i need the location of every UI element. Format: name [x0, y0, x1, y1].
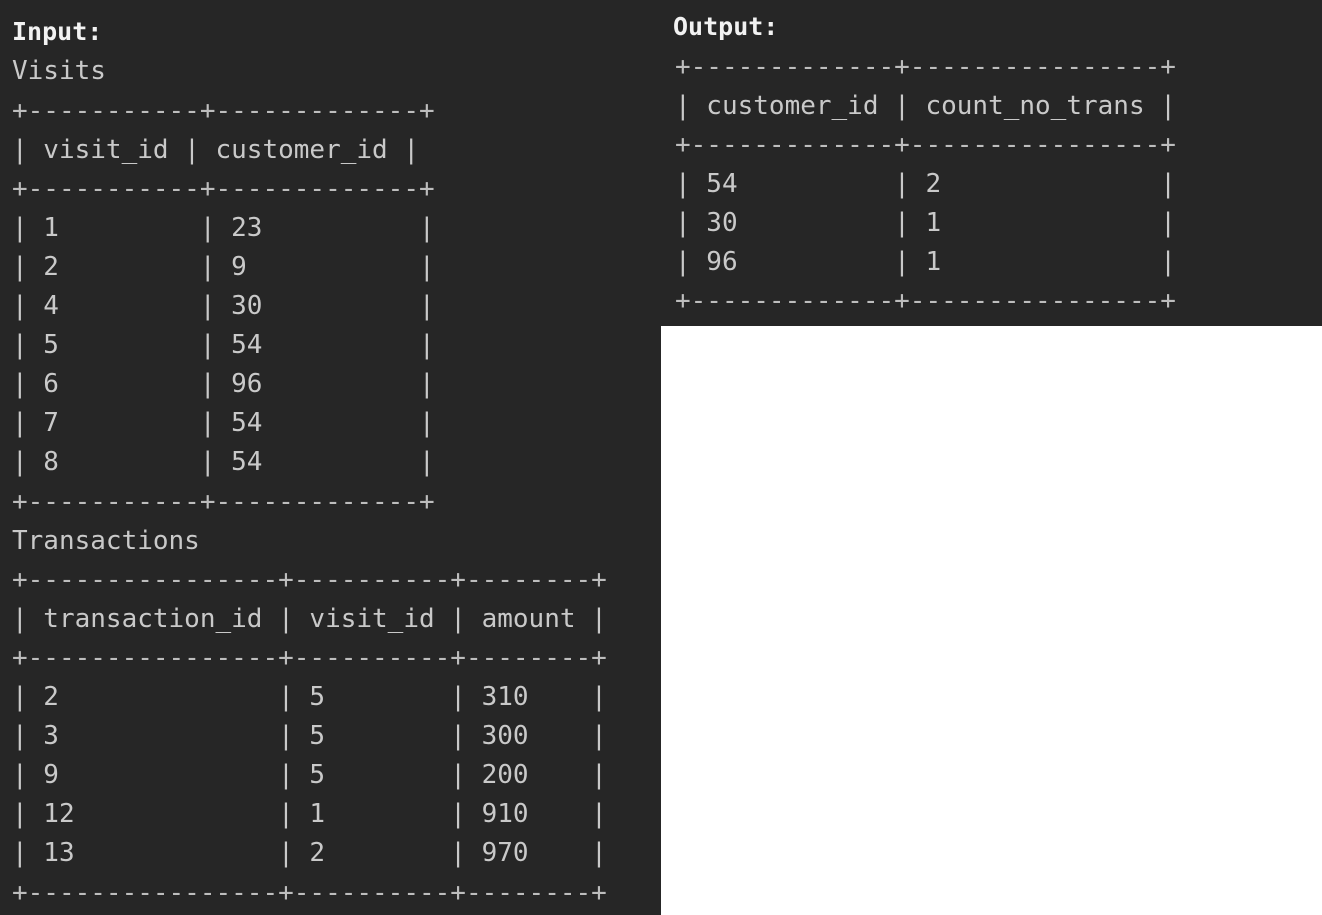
input-panel: Input: Visits +-----------+-------------…: [0, 0, 661, 915]
table-border: +-----------+-------------+: [12, 174, 435, 204]
table-row: | 12 | 1 | 910 |: [12, 799, 607, 829]
visits-title: Visits: [12, 56, 106, 86]
table-border: +----------------+----------+--------+: [12, 878, 607, 908]
table-border: +-------------+----------------+: [675, 130, 1176, 160]
table-row: | 30 | 1 |: [675, 208, 1176, 238]
table-header-row: | visit_id | customer_id |: [12, 135, 419, 165]
table-row: | 5 | 54 |: [12, 330, 435, 360]
table-border: +-------------+----------------+: [675, 52, 1176, 82]
output-label: Output:: [673, 12, 779, 41]
table-row: | 6 | 96 |: [12, 369, 435, 399]
table-row: | 9 | 5 | 200 |: [12, 760, 607, 790]
table-row: | 13 | 2 | 970 |: [12, 838, 607, 868]
table-header-row: | transaction_id | visit_id | amount |: [12, 604, 607, 634]
table-border: +-----------+-------------+: [12, 96, 435, 126]
table-border: +----------------+----------+--------+: [12, 565, 607, 595]
table-border: +----------------+----------+--------+: [12, 643, 607, 673]
table-border: +-------------+----------------+: [675, 286, 1176, 316]
table-row: | 3 | 5 | 300 |: [12, 721, 607, 751]
transactions-title: Transactions: [12, 526, 200, 556]
output-panel: Output: +-------------+----------------+…: [661, 0, 1322, 326]
table-row: | 7 | 54 |: [12, 408, 435, 438]
table-row: | 1 | 23 |: [12, 213, 435, 243]
table-header-row: | customer_id | count_no_trans |: [675, 91, 1176, 121]
table-row: | 54 | 2 |: [675, 169, 1176, 199]
table-row: | 96 | 1 |: [675, 247, 1176, 277]
table-row: | 8 | 54 |: [12, 447, 435, 477]
input-label: Input:: [12, 17, 103, 46]
table-border: +-----------+-------------+: [12, 487, 435, 517]
table-row: | 2 | 5 | 310 |: [12, 682, 607, 712]
table-row: | 4 | 30 |: [12, 291, 435, 321]
table-row: | 2 | 9 |: [12, 252, 435, 282]
